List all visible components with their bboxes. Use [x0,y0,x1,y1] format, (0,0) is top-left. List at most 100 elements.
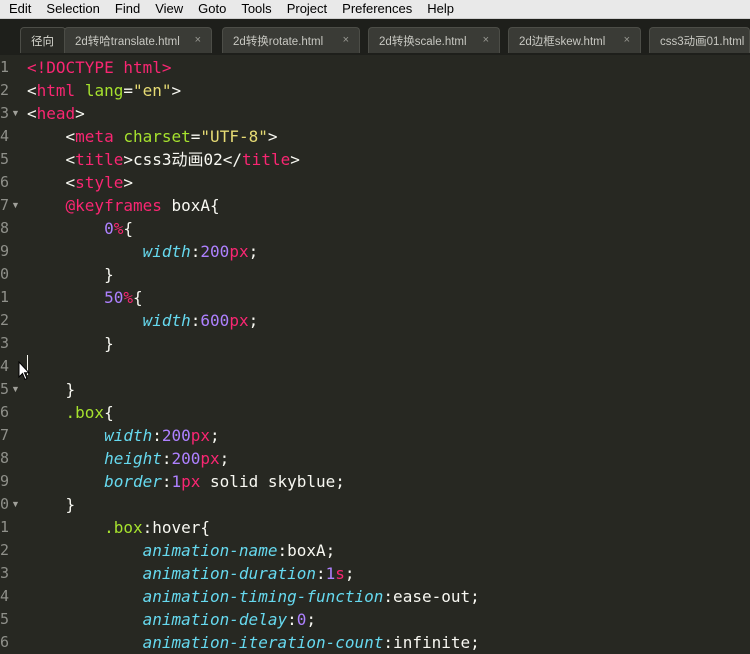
code-token: 200 [171,449,201,468]
code-line[interactable]: border:1px solid skyblue; [27,470,345,493]
fold-arrow-icon[interactable]: ▼ [11,194,20,217]
code-token: 600 [200,311,230,330]
close-icon[interactable]: × [624,34,630,46]
fold-arrow-icon[interactable]: ▼ [11,493,20,516]
code-line[interactable]: animation-name:boxA; [27,539,336,562]
line-number: 7 [0,196,10,214]
code-line[interactable]: animation-timing-function:ease-out; [27,585,480,608]
code-token: < [27,104,37,123]
code-line[interactable]: .box{ [27,401,114,424]
menu-goto[interactable]: Goto [189,0,232,18]
code-token: :boxA; [277,541,336,560]
tab-2d-translate[interactable]: 2d转哈translate.html × [64,27,212,53]
code-token: title [75,150,124,169]
code-token: { [132,288,143,307]
tab-css3-animation-01[interactable]: css3动画01.html [649,27,750,53]
line-number: 0 [0,495,10,513]
line-number: 2 [0,81,10,99]
menu-tools[interactable]: Tools [232,0,277,18]
code-token: ; [248,311,259,330]
code-token: px [190,426,211,445]
code-token: : [315,564,326,583]
code-line[interactable]: <!DOCTYPE html> [27,56,172,79]
code-line[interactable]: 50%{ [27,286,143,309]
code-line[interactable]: @keyframes boxA{ [27,194,220,217]
code-token: height [104,449,162,468]
code-line[interactable]: <html lang="en"> [27,79,181,102]
tab-radial[interactable]: 径向 [20,27,66,53]
code-line[interactable]: animation-duration:1s; [27,562,355,585]
line-number: 1 [0,58,10,76]
menu-help[interactable]: Help [418,0,460,18]
code-line[interactable]: } [27,332,114,355]
code-token: ; [306,610,317,629]
close-icon[interactable]: × [195,34,201,46]
code-token: animation-duration [142,564,316,583]
code-line[interactable]: .box:hover{ [27,516,210,539]
code-token: charset [123,127,191,146]
code-line[interactable]: height:200px; [27,447,229,470]
menu-edit[interactable]: Edit [0,0,37,18]
code-line[interactable]: <meta charset="UTF-8"> [27,125,278,148]
code-line[interactable]: width:600px; [27,309,259,332]
code-token: > [267,127,278,146]
code-line[interactable]: } [27,378,76,401]
code-line[interactable]: width:200px; [27,424,220,447]
code-token: < [27,81,37,100]
code-line[interactable]: } [27,493,76,516]
menu-view[interactable]: View [146,0,189,18]
line-number: 2 [0,541,10,559]
code-token: { [104,403,114,422]
code-line[interactable]: } [27,263,114,286]
code-line[interactable]: animation-delay:0; [27,608,316,631]
line-number: 0 [0,265,10,283]
code-line[interactable]: <head> [27,102,85,125]
tab-2d-rotate[interactable]: 2d转换rotate.html × [222,27,360,53]
line-number: 5 [0,610,10,628]
menu-preferences[interactable]: Preferences [333,0,418,18]
menu-project[interactable]: Project [278,0,333,18]
menu-bar: Edit Selection Find View Goto Tools Proj… [0,0,750,19]
line-number: 3 [0,104,10,122]
tab-2d-skew[interactable]: 2d边框skew.html × [508,27,641,53]
menu-find[interactable]: Find [106,0,146,18]
line-number-gutter: 1 2 3 4 5 6 7 8 9 0 1 2 3 4 5 6 7 8 9 0 1 2 3 4 5 6 ▼ ▼ ▼ ▼ [0,55,24,651]
line-number: 9 [0,242,10,260]
code-token: width [104,426,153,445]
code-line[interactable]: 0%{ [27,217,133,240]
code-token: : [190,311,201,330]
code-token: ; [210,426,220,445]
fold-arrow-icon[interactable]: ▼ [11,102,20,125]
code-token: 0 [104,219,114,238]
code-token: } [27,495,76,514]
code-token: : [190,242,201,261]
fold-arrow-icon[interactable]: ▼ [11,378,20,401]
line-number: 4 [0,587,10,605]
tab-label: 2d转换scale.html [379,35,467,48]
close-icon[interactable]: × [483,34,489,46]
tab-2d-scale[interactable]: 2d转换scale.html × [368,27,500,53]
code-token: width [142,242,191,261]
code-line[interactable]: width:200px; [27,240,259,263]
line-number: 3 [0,334,10,352]
code-token: :ease-out; [383,587,480,606]
code-token: 200 [200,242,230,261]
code-line[interactable]: <title>css3动画02</title> [27,148,300,171]
code-token: lang [84,81,124,100]
line-number: 4 [0,357,10,375]
code-token: border [104,472,162,491]
code-line[interactable]: animation-iteration-count:infinite; [27,631,480,654]
menu-selection[interactable]: Selection [37,0,105,18]
tab-label: css3动画01.html [660,35,745,48]
code-editor[interactable]: 1 2 3 4 5 6 7 8 9 0 1 2 3 4 5 6 7 8 9 0 1 2 3 4 5 6 ▼ ▼ ▼ ▼ <!DOCTYPE… [0,55,750,652]
code-line[interactable]: <style> [27,171,133,194]
close-icon[interactable]: × [343,34,349,46]
code-token: px [229,242,249,261]
